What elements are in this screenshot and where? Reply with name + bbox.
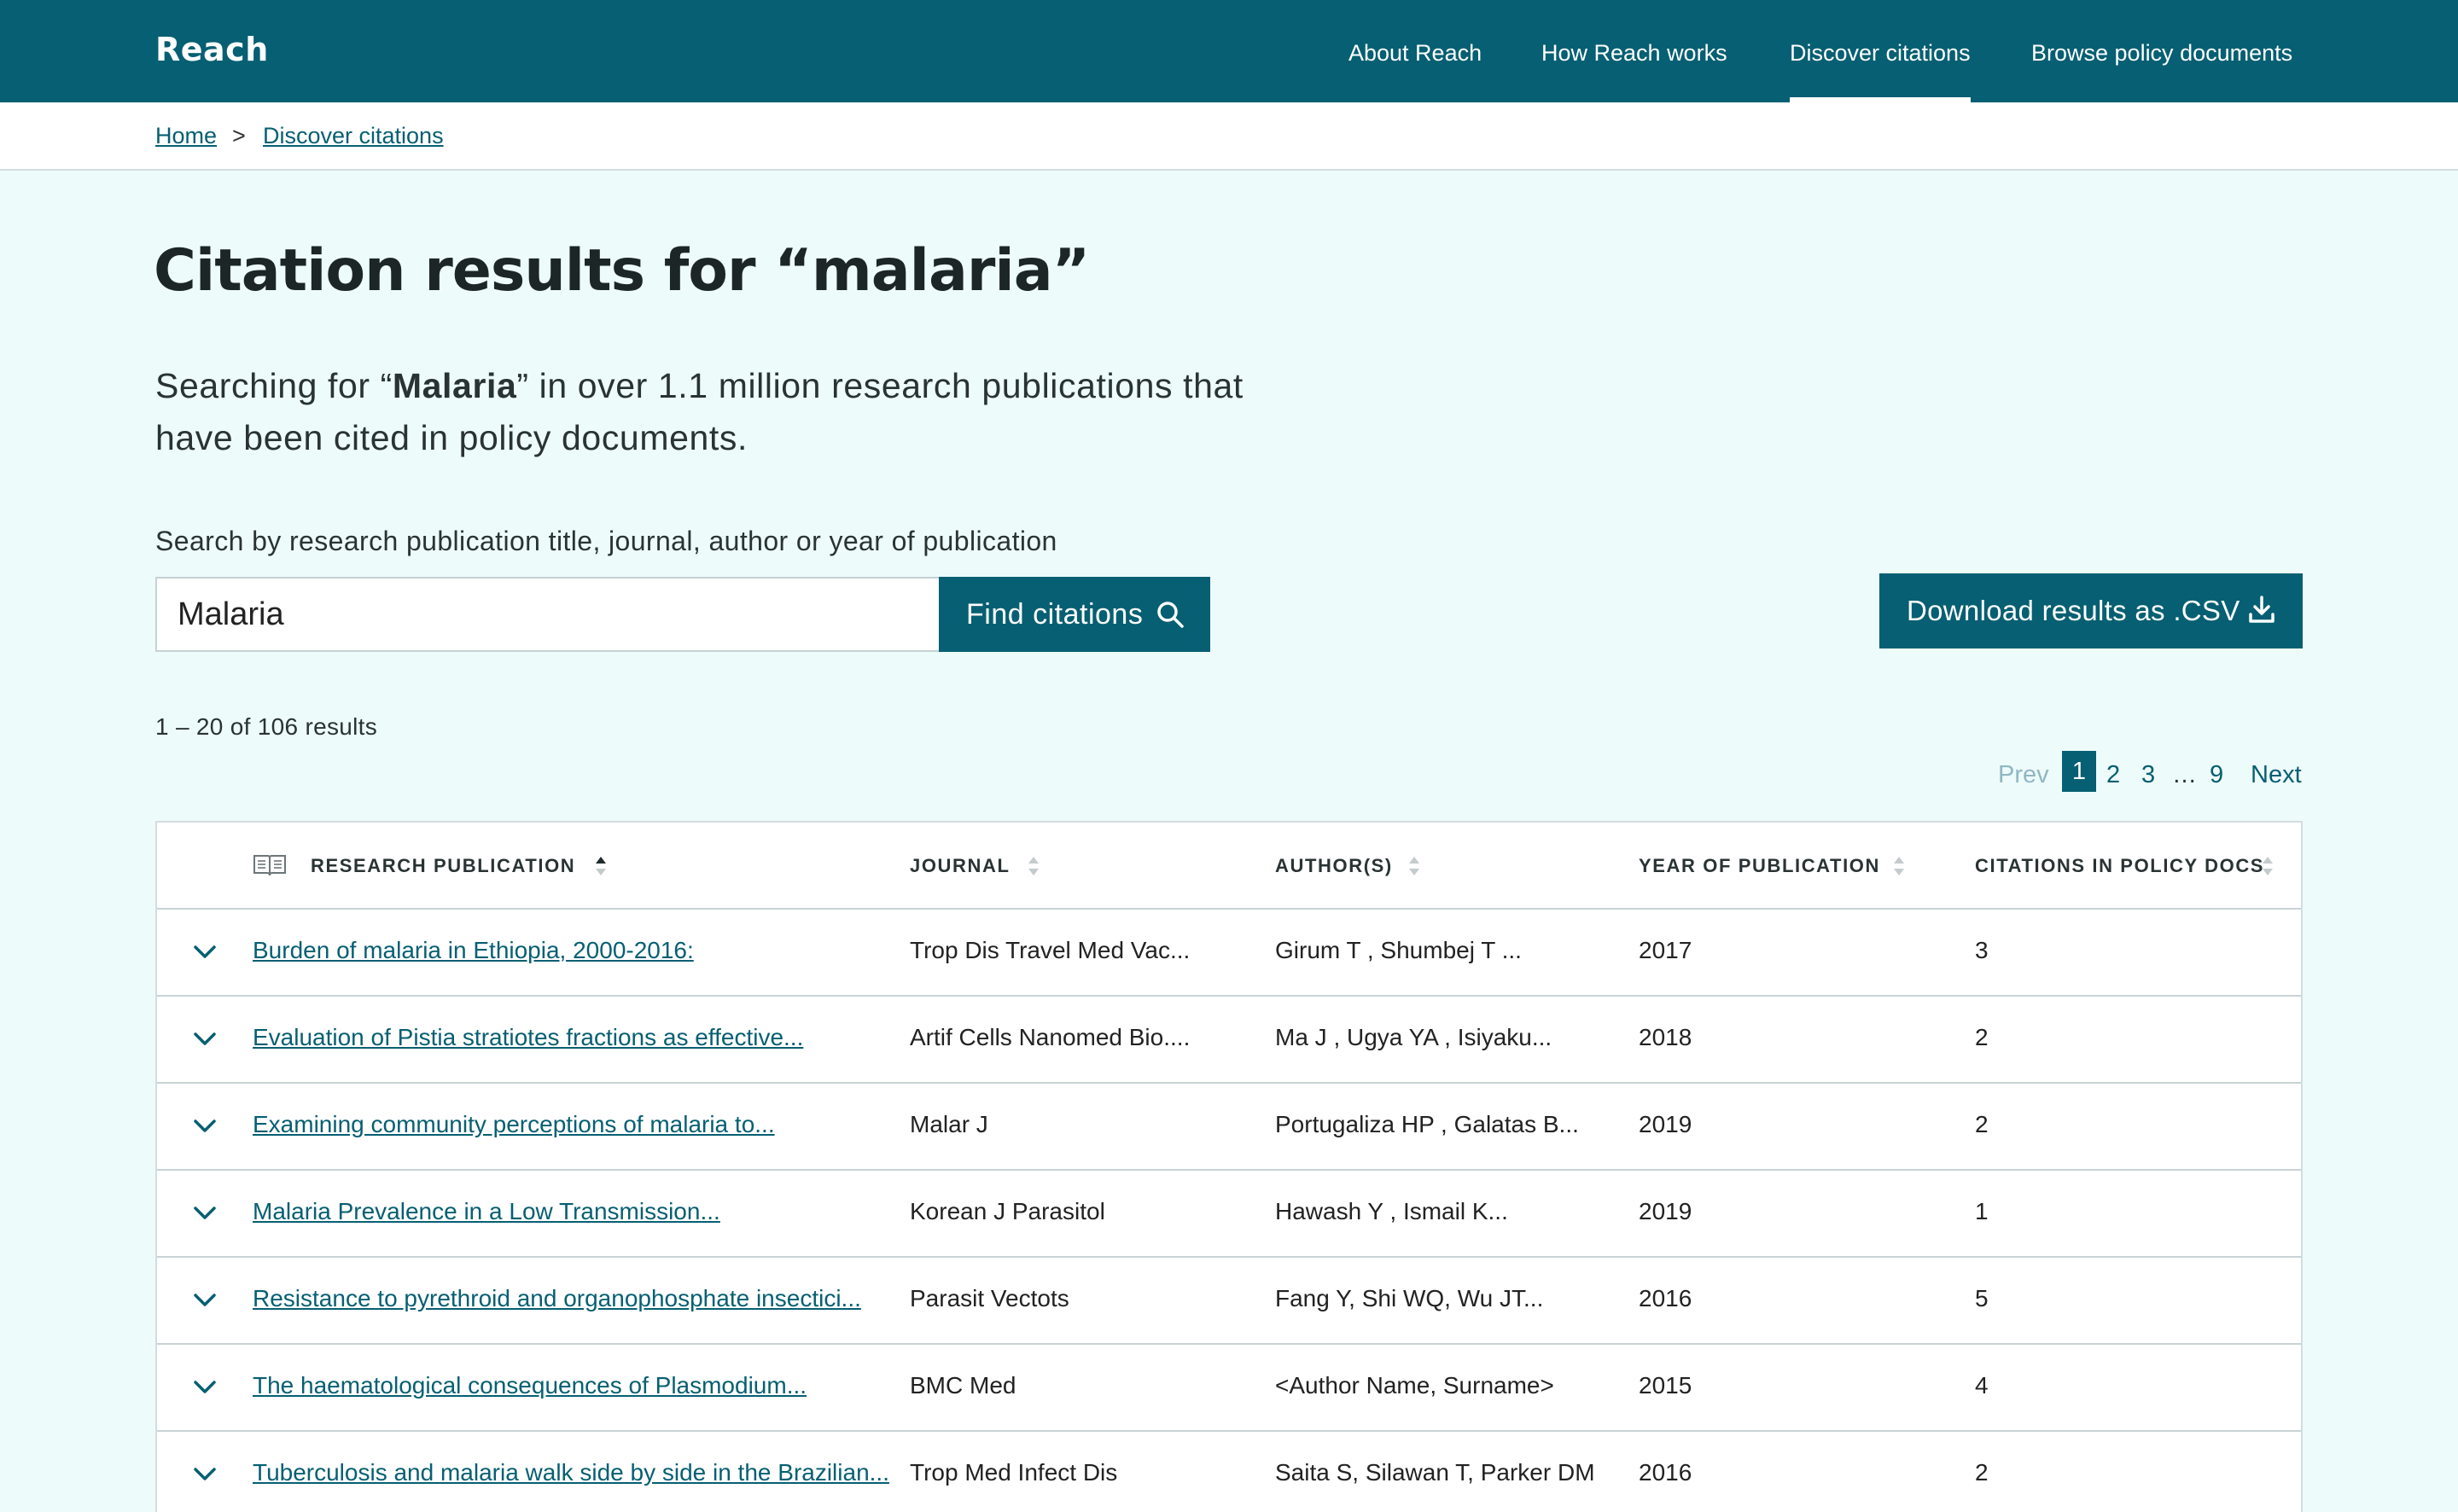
find-citations-button[interactable]: Find citations (939, 577, 1210, 652)
citations-cell: 2 (1975, 1111, 1989, 1137)
sort-icon-journal[interactable] (1028, 853, 1040, 879)
table-row: Tuberculosis and malaria walk side by si… (157, 1432, 2301, 1512)
column-header-citations[interactable]: CITATIONS IN POLICY DOCS (1975, 855, 2264, 877)
authors-cell: Portugaliza HP , Galatas B... (1275, 1111, 1579, 1137)
citations-cell: 2 (1975, 1459, 1989, 1486)
publication-title-link[interactable]: Examining community perceptions of malar… (253, 1111, 775, 1138)
nav-browse-policy-documents[interactable]: Browse policy documents (2031, 0, 2292, 102)
expand-chevron-icon[interactable] (193, 1116, 217, 1137)
pagination-ellipsis: … (2172, 761, 2197, 788)
result-count: 1 – 20 of 106 results (155, 713, 378, 740)
expand-chevron-icon[interactable] (193, 1290, 217, 1311)
table-row: Burden of malaria in Ethiopia, 2000-2016… (157, 910, 2301, 997)
intro-search-term: Malaria (392, 366, 517, 405)
column-header-journal[interactable]: JOURNAL (910, 855, 1011, 877)
journal-cell: Trop Dis Travel Med Vac... (910, 937, 1191, 963)
search-icon (1156, 600, 1185, 637)
sort-ascending-icon[interactable] (595, 853, 607, 879)
pagination-page-2[interactable]: 2 (2106, 756, 2120, 794)
search-label: Search by research publication title, jo… (155, 526, 1057, 556)
year-cell: 2016 (1639, 1459, 1692, 1486)
brand-logo[interactable]: Reach (155, 31, 269, 68)
table-row: Malaria Prevalence in a Low Transmission… (157, 1171, 2301, 1258)
search-input[interactable] (155, 577, 941, 652)
expand-chevron-icon[interactable] (193, 1377, 217, 1398)
journal-cell: Malar J (910, 1111, 988, 1137)
breadcrumb-separator: > (232, 123, 246, 148)
table-row: Evaluation of Pistia stratiotes fraction… (157, 997, 2301, 1084)
breadcrumb: Home > Discover citations (0, 102, 2458, 171)
top-navigation-bar: Reach About Reach How Reach works Discov… (0, 0, 2458, 102)
year-cell: 2019 (1639, 1111, 1692, 1137)
authors-cell: Fang Y, Shi WQ, Wu JT... (1275, 1285, 1544, 1311)
column-header-research-publication[interactable]: RESEARCH PUBLICATION (311, 855, 575, 877)
book-icon (253, 853, 287, 881)
expand-chevron-icon[interactable] (193, 1464, 217, 1485)
nav-discover-citations[interactable]: Discover citations (1790, 0, 1971, 102)
authors-cell: <Author Name, Surname> (1275, 1372, 1554, 1399)
journal-cell: BMC Med (910, 1372, 1016, 1399)
table-row: Resistance to pyrethroid and organophosp… (157, 1258, 2301, 1345)
expand-chevron-icon[interactable] (193, 942, 217, 962)
intro-prefix: Searching for “ (155, 366, 393, 405)
citations-cell: 3 (1975, 937, 1989, 963)
year-cell: 2015 (1639, 1372, 1692, 1399)
breadcrumb-home[interactable]: Home (155, 123, 217, 149)
year-cell: 2018 (1639, 1024, 1692, 1050)
sort-icon-citations[interactable] (2262, 853, 2274, 879)
year-cell: 2019 (1639, 1198, 1692, 1224)
year-cell: 2016 (1639, 1285, 1692, 1311)
pagination-page-1[interactable]: 1 (2062, 751, 2096, 792)
expand-chevron-icon[interactable] (193, 1203, 217, 1224)
pagination-prev[interactable]: Prev (1998, 756, 2049, 794)
download-csv-label: Download results as .CSV (1907, 595, 2240, 626)
journal-cell: Korean J Parasitol (910, 1198, 1105, 1224)
column-header-authors[interactable]: AUTHOR(S) (1275, 855, 1393, 877)
table-row: Examining community perceptions of malar… (157, 1084, 2301, 1171)
publication-title-link[interactable]: Evaluation of Pistia stratiotes fraction… (253, 1024, 803, 1051)
column-header-year[interactable]: YEAR OF PUBLICATION (1639, 855, 1880, 877)
download-icon (2246, 594, 2277, 631)
pagination-page-3[interactable]: 3 (2141, 756, 2155, 794)
pagination-page-9[interactable]: 9 (2210, 756, 2223, 794)
pagination-next[interactable]: Next (2251, 756, 2302, 794)
authors-cell: Hawash Y , Ismail K... (1275, 1198, 1508, 1224)
expand-chevron-icon[interactable] (193, 1029, 217, 1050)
breadcrumb-discover-citations[interactable]: Discover citations (263, 123, 444, 149)
citations-cell: 5 (1975, 1285, 1989, 1311)
publication-title-link[interactable]: Burden of malaria in Ethiopia, 2000-2016… (253, 937, 694, 964)
table-row: The haematological consequences of Plasm… (157, 1345, 2301, 1432)
authors-cell: Girum T , Shumbej T ... (1275, 937, 1522, 963)
find-citations-label: Find citations (966, 597, 1144, 631)
results-table: RESEARCH PUBLICATION JOURNAL AUTHOR(S) Y… (155, 821, 2303, 1512)
year-cell: 2017 (1639, 937, 1692, 963)
download-csv-button[interactable]: Download results as .CSV (1879, 573, 2303, 648)
publication-title-link[interactable]: Malaria Prevalence in a Low Transmission… (253, 1198, 720, 1225)
journal-cell: Parasit Vectots (910, 1285, 1069, 1311)
page-title: Citation results for “malaria” (154, 237, 1090, 305)
journal-cell: Artif Cells Nanomed Bio.... (910, 1024, 1191, 1050)
publication-title-link[interactable]: Resistance to pyrethroid and organophosp… (253, 1285, 861, 1312)
nav-about-reach[interactable]: About Reach (1348, 0, 1482, 102)
nav-how-reach-works[interactable]: How Reach works (1541, 0, 1727, 102)
authors-cell: Ma J , Ugya YA , Isiyaku... (1275, 1024, 1552, 1050)
journal-cell: Trop Med Infect Dis (910, 1459, 1118, 1486)
table-header: RESEARCH PUBLICATION JOURNAL AUTHOR(S) Y… (157, 823, 2301, 910)
sort-icon-authors[interactable] (1408, 853, 1420, 879)
citations-cell: 4 (1975, 1372, 1989, 1399)
publication-title-link[interactable]: Tuberculosis and malaria walk side by si… (253, 1459, 889, 1486)
citations-cell: 2 (1975, 1024, 1989, 1050)
citations-cell: 1 (1975, 1198, 1989, 1224)
publication-title-link[interactable]: The haematological consequences of Plasm… (253, 1372, 807, 1399)
authors-cell: Saita S, Silawan T, Parker DM (1275, 1459, 1595, 1486)
sort-icon-year[interactable] (1893, 853, 1905, 879)
page-intro: Searching for “Malaria” in over 1.1 mill… (155, 360, 1265, 464)
